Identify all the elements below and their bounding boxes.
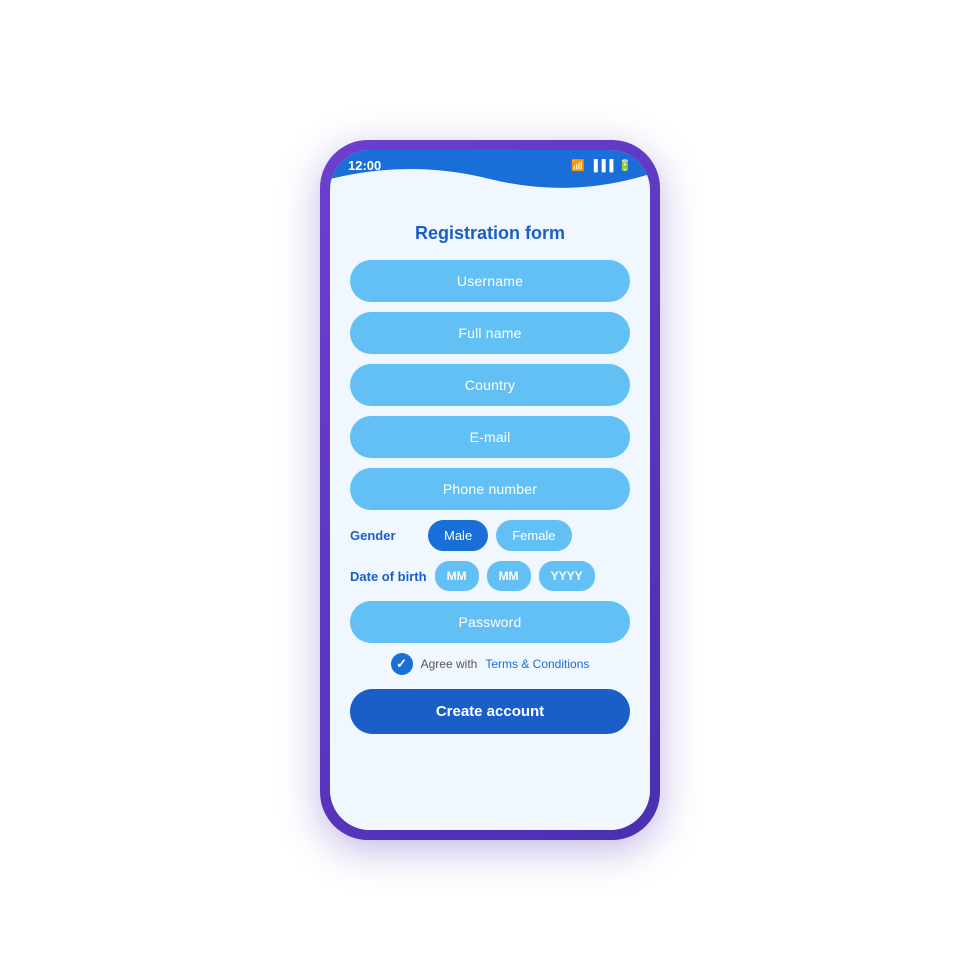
dob-year-field[interactable]: YYYY <box>539 561 595 591</box>
terms-checkbox[interactable] <box>391 653 413 675</box>
terms-row: Agree with Terms & Conditions <box>350 653 630 675</box>
terms-link[interactable]: Terms & Conditions <box>485 657 589 671</box>
page-title: Registration form <box>350 223 630 244</box>
country-field[interactable]: Country <box>350 364 630 406</box>
create-account-button[interactable]: Create account <box>350 689 630 734</box>
header-area <box>330 179 650 209</box>
email-field[interactable]: E-mail <box>350 416 630 458</box>
dob-label: Date of birth <box>350 569 427 584</box>
gender-female-button[interactable]: Female <box>496 520 571 551</box>
terms-text: Agree with <box>421 657 478 671</box>
gender-label: Gender <box>350 528 420 543</box>
phone-field[interactable]: Phone number <box>350 468 630 510</box>
dob-row: Date of birth MM MM YYYY <box>350 561 630 591</box>
username-field[interactable]: Username <box>350 260 630 302</box>
phone-device: 12:00 📶 ▐▐▐ 🔋 Registration form Username… <box>320 140 660 840</box>
phone-screen: 12:00 📶 ▐▐▐ 🔋 Registration form Username… <box>330 150 650 830</box>
dob-month1-field[interactable]: MM <box>435 561 479 591</box>
wave-decoration <box>330 159 650 209</box>
gender-row: Gender Male Female <box>350 520 630 551</box>
password-field[interactable]: Password <box>350 601 630 643</box>
fullname-field[interactable]: Full name <box>350 312 630 354</box>
form-container: Registration form Username Full name Cou… <box>330 209 650 830</box>
dob-month2-field[interactable]: MM <box>487 561 531 591</box>
gender-male-button[interactable]: Male <box>428 520 488 551</box>
